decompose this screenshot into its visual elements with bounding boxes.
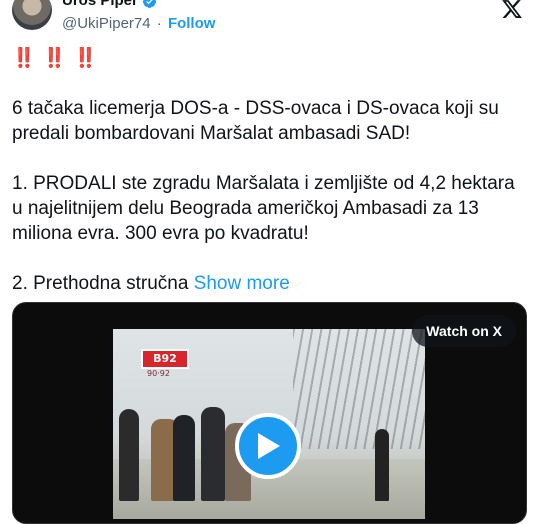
separator-dot: · xyxy=(156,15,162,32)
tweet-body: 6 tačaka licemerja DOS-a - DSS-ovaca i D… xyxy=(12,98,515,294)
channel-logo: B92 xyxy=(141,349,189,369)
x-logo-icon[interactable] xyxy=(501,0,523,20)
play-button[interactable] xyxy=(235,413,301,479)
author-handle-row: @UkiPiper74 · Follow xyxy=(62,14,215,34)
show-more-link[interactable]: Show more xyxy=(194,273,290,294)
play-icon xyxy=(258,433,280,459)
video-trees xyxy=(293,329,425,449)
avatar[interactable] xyxy=(12,0,52,30)
author-handle[interactable]: @UkiPiper74 xyxy=(62,15,151,32)
verified-badge-icon xyxy=(142,0,156,8)
video-person xyxy=(375,429,389,501)
double-exclamation-emoji: ‼️ ‼️ ‼️ xyxy=(12,48,99,69)
watch-on-x-button[interactable]: Watch on X xyxy=(412,315,516,347)
follow-button[interactable]: Follow xyxy=(168,15,216,32)
tweet-card: Uros Piper @UkiPiper74 · Follow ‼️ ‼️ ‼️… xyxy=(0,0,537,524)
video-person xyxy=(201,407,225,501)
video-player[interactable]: B92 90·92 Watch on X xyxy=(12,302,527,524)
video-person xyxy=(119,409,139,501)
tweet-text: ‼️ ‼️ ‼️ 6 tačaka licemerja DOS-a - DSS-… xyxy=(12,46,517,296)
video-person xyxy=(173,415,195,501)
channel-logo-sub: 90·92 xyxy=(147,369,170,378)
author-name[interactable]: Uros Piper xyxy=(62,0,138,10)
author-name-row[interactable]: Uros Piper xyxy=(62,0,157,10)
